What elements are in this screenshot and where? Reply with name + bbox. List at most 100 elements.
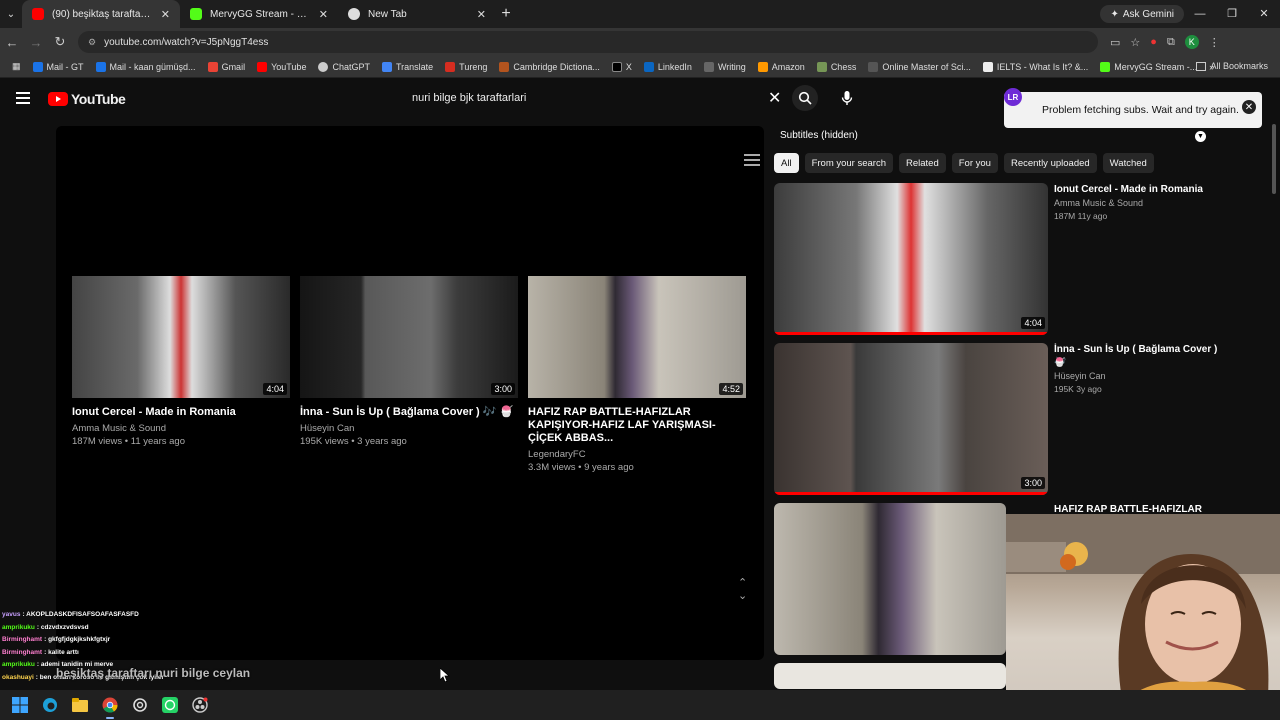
gemini-sparkle-icon: ✦ [1110, 8, 1119, 20]
bookmark-item[interactable]: Cambridge Dictiona... [493, 61, 606, 72]
endscreen-video-card[interactable]: 4:52 HAFIZ RAP BATTLE-HAFIZLAR KAPIŞIYOR… [528, 276, 746, 473]
chevron-down-icon[interactable]: ▼ [1195, 131, 1206, 142]
bookmark-item[interactable]: IELTS - What Is It? &... [977, 61, 1094, 72]
channel-name[interactable]: Hüseyin Can [300, 423, 518, 434]
minimize-icon[interactable]: — [1184, 0, 1216, 28]
bookmark-item[interactable]: YouTube [251, 61, 312, 72]
bookmark-item[interactable]: Amazon [752, 61, 811, 72]
bookmark-item[interactable]: Chess [811, 61, 863, 72]
video-thumbnail[interactable] [774, 503, 1006, 655]
extension-badge-icon: LR [1004, 88, 1022, 106]
chip-for-you[interactable]: For you [951, 153, 998, 173]
video-thumbnail[interactable]: 4:04 [72, 276, 290, 398]
bookmark-label: IELTS - What Is It? &... [996, 61, 1089, 72]
chip-related[interactable]: Related [899, 153, 946, 173]
youtube-logo[interactable]: YouTube [48, 91, 126, 107]
chip-recently-uploaded[interactable]: Recently uploaded [1003, 153, 1097, 173]
bookmark-item[interactable]: Gmail [202, 61, 252, 72]
forward-icon[interactable]: → [24, 35, 48, 50]
chat-username: amprikuku [2, 623, 35, 631]
tab-search-icon[interactable]: ⌄ [0, 9, 22, 20]
site-info-icon[interactable]: ⚙ [88, 37, 96, 48]
tab-mervygg[interactable]: MervyGG Stream - Watch Live ✕ [180, 0, 338, 28]
bookmark-label: Chess [830, 61, 857, 72]
back-icon[interactable]: ← [0, 35, 24, 50]
extensions-puzzle-icon[interactable]: ⧉ [1167, 36, 1175, 49]
video-title[interactable]: Ionut Cercel - Made in Romania [72, 406, 290, 419]
video-thumbnail[interactable]: 3:00 [774, 343, 1048, 495]
sidebar-scrollbar[interactable] [1272, 124, 1276, 194]
extension-icon[interactable]: ● [1150, 36, 1157, 48]
youtube-icon [257, 61, 268, 72]
chatgpt-app-icon[interactable] [130, 695, 150, 715]
menu-icon[interactable] [16, 92, 30, 104]
channel-name[interactable]: Amma Music & Sound [72, 423, 290, 434]
bookmark-item[interactable]: Translate [376, 61, 439, 72]
video-title[interactable]: İnna - Sun İs Up ( Bağlama Cover ) 🎶 🍧 [300, 406, 518, 419]
video-title[interactable]: İnna - Sun İs Up ( Bağlama Cover ) 🎶 [1054, 343, 1224, 369]
bookmark-item[interactable]: MervyGG Stream -... [1094, 61, 1203, 72]
chrome-icon[interactable] [100, 695, 120, 719]
channel-name[interactable]: LegendaryFC [528, 449, 746, 460]
more-menu-icon[interactable]: ⋮ [1209, 36, 1220, 49]
ask-gemini-button[interactable]: ✦ Ask Gemini [1100, 5, 1184, 23]
bookmark-item[interactable]: Online Master of Sci... [862, 61, 977, 72]
bookmark-item[interactable]: Writing [698, 61, 752, 72]
channel-name[interactable]: Amma Music & Sound [1054, 198, 1143, 208]
close-window-icon[interactable]: ✕ [1248, 0, 1280, 28]
search-input[interactable]: nuri bilge bjk taraftarlari [412, 92, 526, 104]
voice-search-button[interactable] [834, 85, 860, 111]
bookmark-item[interactable]: ChatGPT [312, 61, 376, 72]
url-input[interactable]: ⚙ youtube.com/watch?v=J5pNggT4ess [78, 31, 1098, 53]
video-meta: 3.3M views • 9 years ago [528, 462, 634, 473]
video-title[interactable]: Ionut Cercel - Made in Romania [1054, 183, 1224, 196]
tab-youtube[interactable]: (90) beşiktaş taraftarı nuri bilge ✕ [22, 0, 180, 28]
bookmark-item[interactable]: Mail - GT [27, 61, 90, 72]
profile-avatar[interactable]: K [1184, 35, 1199, 49]
video-thumbnail[interactable] [774, 663, 1006, 689]
bookmark-label: ChatGPT [332, 61, 370, 72]
obs-icon[interactable] [190, 695, 210, 715]
close-tab-icon[interactable]: ✕ [477, 8, 486, 21]
bookmark-star-icon[interactable]: ☆ [1130, 36, 1140, 49]
tab-new[interactable]: New Tab ✕ [338, 0, 496, 28]
close-toast-icon[interactable]: ✕ [1242, 100, 1256, 114]
duration-badge: 3:00 [491, 383, 515, 395]
restore-icon[interactable]: ❐ [1216, 0, 1248, 28]
file-explorer-icon[interactable] [70, 695, 90, 715]
bookmark-item[interactable]: Mail - kaan gümüşd... [90, 61, 202, 72]
mail-icon [32, 61, 43, 72]
whatsapp-icon[interactable] [160, 695, 180, 715]
chat-message: Birminghamt: gkfgfjdgkjkshkfgtxjr [2, 636, 111, 643]
windows-start-icon[interactable] [10, 695, 30, 715]
close-tab-icon[interactable]: ✕ [319, 8, 328, 21]
mail-icon [95, 61, 106, 72]
new-tab-button[interactable]: + [496, 5, 516, 23]
endscreen-video-card[interactable]: 4:04 Ionut Cercel - Made in Romania Amma… [72, 276, 290, 447]
edge-icon[interactable] [40, 695, 60, 715]
bookmark-item[interactable]: X [606, 61, 638, 72]
video-thumbnail[interactable]: 4:52 [528, 276, 746, 398]
channel-name[interactable]: Hüseyin Can [1054, 371, 1106, 381]
search-button[interactable] [792, 85, 818, 111]
bookmark-item[interactable]: Tureng [439, 61, 493, 72]
video-thumbnail[interactable]: 4:04 [774, 183, 1048, 335]
bookmark-item[interactable]: LinkedIn [638, 61, 698, 72]
endscreen-video-card[interactable]: 3:00 İnna - Sun İs Up ( Bağlama Cover ) … [300, 276, 518, 447]
chip-from-your-search[interactable]: From your search [804, 153, 893, 173]
chip-watched[interactable]: Watched [1102, 153, 1154, 173]
chip-all[interactable]: All [774, 153, 799, 173]
subtitles-header[interactable]: Subtitles (hidden) [780, 130, 858, 141]
all-bookmarks-button[interactable]: All Bookmarks [1196, 61, 1268, 71]
clear-search-icon[interactable]: ✕ [768, 88, 781, 108]
video-title[interactable]: HAFIZ RAP BATTLE-HAFIZLAR KAPIŞIYOR-HAFI… [528, 406, 746, 445]
cast-icon[interactable]: ▭ [1110, 36, 1120, 49]
duration-badge: 4:52 [719, 383, 743, 395]
chrome-favicon-icon [348, 8, 360, 20]
video-thumbnail[interactable]: 3:00 [300, 276, 518, 398]
playlist-menu-icon[interactable] [744, 154, 760, 166]
apps-grid-icon[interactable]: ▦ [6, 61, 27, 72]
reload-icon[interactable]: ↻ [48, 34, 72, 50]
close-tab-icon[interactable]: ✕ [161, 8, 170, 21]
expand-arrows-icon[interactable]: ⌃ ⌄ [738, 576, 747, 602]
